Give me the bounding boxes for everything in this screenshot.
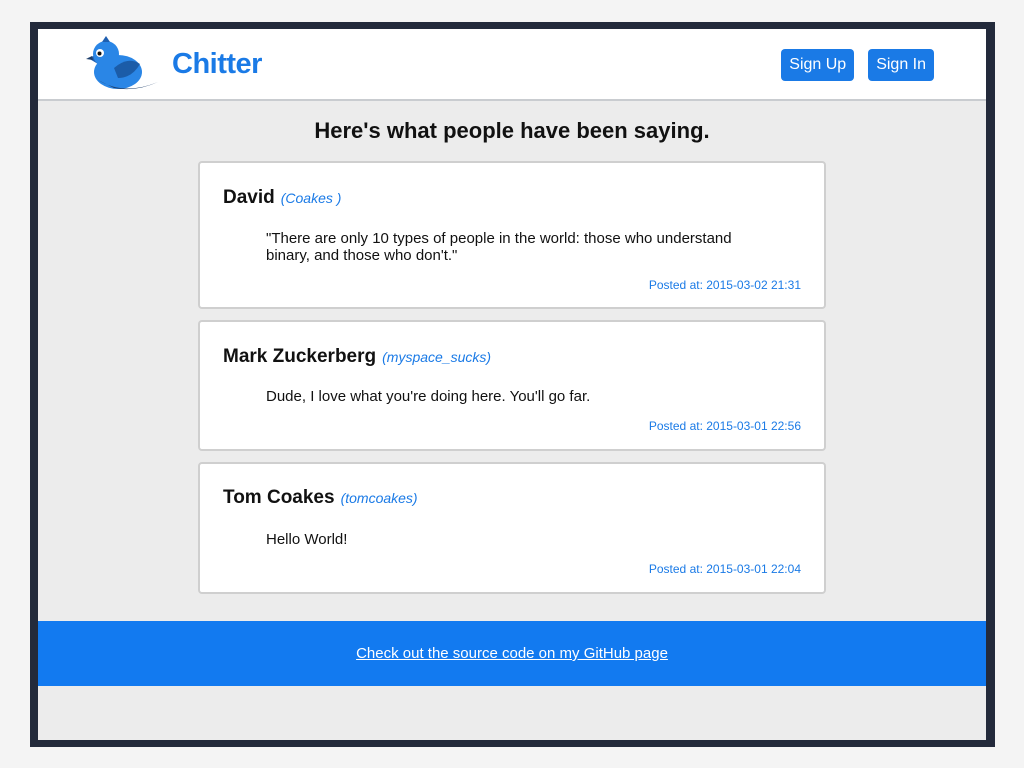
brand-name[interactable]: Chitter — [172, 48, 262, 81]
peep-timestamp: Posted at: 2015-03-01 22:56 — [648, 419, 801, 433]
sign-up-button[interactable]: Sign Up — [781, 49, 855, 81]
site-header: Chitter Sign Up Sign In — [38, 29, 986, 101]
author-name: David — [223, 187, 275, 208]
site-footer: Check out the source code on my GitHub p… — [38, 621, 986, 686]
peep-feed: David (Coakes ) "There are only 10 types… — [198, 161, 826, 605]
peep-header: David (Coakes ) — [223, 187, 341, 209]
peep-header: Mark Zuckerberg (myspace_sucks) — [223, 346, 491, 368]
page-title: Here's what people have been saying. — [314, 118, 710, 143]
author-name: Tom Coakes — [223, 487, 335, 508]
peep-header: Tom Coakes (tomcoakes) — [223, 487, 418, 509]
author-handle[interactable]: (Coakes ) — [281, 190, 342, 206]
sign-in-button[interactable]: Sign In — [868, 49, 934, 81]
peep-message: "There are only 10 types of people in th… — [266, 230, 732, 264]
github-link[interactable]: Check out the source code on my GitHub p… — [356, 645, 668, 662]
peep-card: David (Coakes ) "There are only 10 types… — [198, 161, 826, 309]
logo[interactable]: Chitter — [84, 34, 262, 94]
author-handle[interactable]: (myspace_sucks) — [382, 349, 491, 365]
author-name: Mark Zuckerberg — [223, 346, 377, 367]
peep-message: Dude, I love what you're doing here. You… — [266, 388, 591, 405]
app-window: Chitter Sign Up Sign In Here's what peop… — [38, 29, 986, 740]
bird-icon — [84, 34, 162, 94]
peep-message: Hello World! — [266, 531, 348, 548]
peep-card: Mark Zuckerberg (myspace_sucks) Dude, I … — [198, 320, 826, 451]
peep-card: Tom Coakes (tomcoakes) Hello World! Post… — [198, 462, 826, 594]
auth-nav: Sign Up Sign In — [781, 49, 934, 81]
peep-timestamp: Posted at: 2015-03-01 22:04 — [648, 562, 801, 576]
author-handle[interactable]: (tomcoakes) — [341, 490, 418, 506]
peep-timestamp: Posted at: 2015-03-02 21:31 — [648, 278, 801, 292]
